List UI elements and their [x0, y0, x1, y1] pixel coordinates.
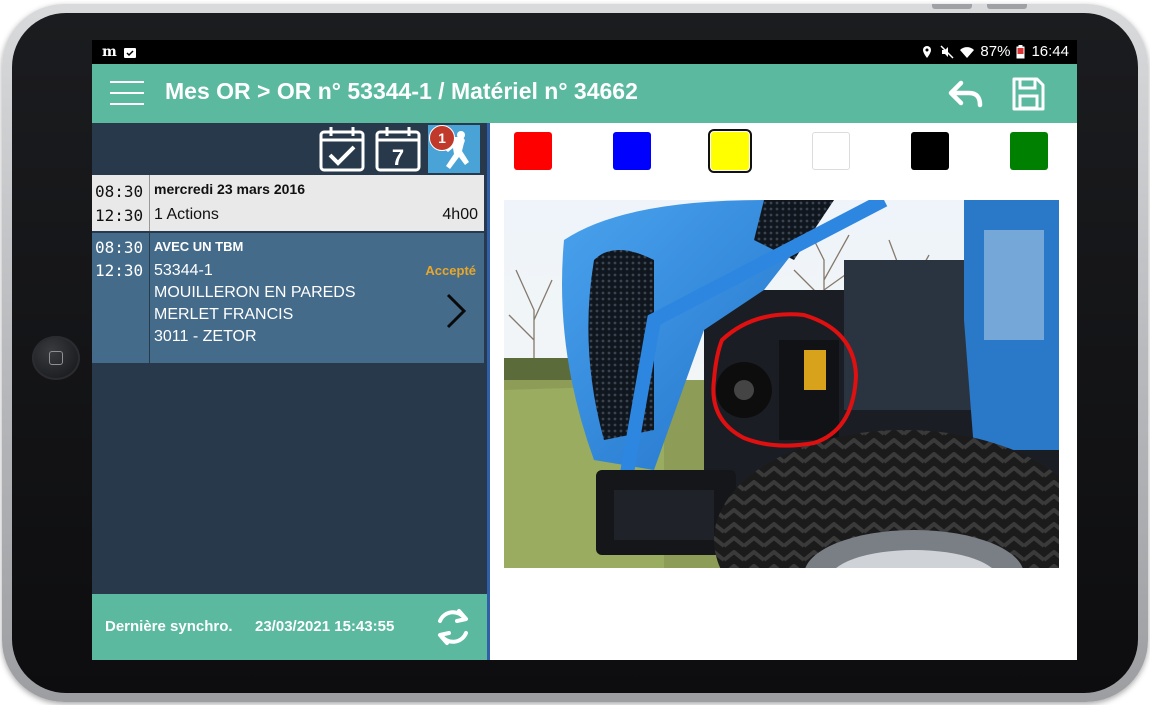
color-swatch-white[interactable] — [812, 132, 850, 170]
agenda-panel: 7 1 08:30 12:30 mercredi 23 mars 2016 1 … — [92, 123, 490, 660]
calendar-check-icon — [319, 127, 365, 172]
color-swatch-black[interactable] — [911, 132, 949, 170]
sync-bar: Dernière synchro. 23/03/2021 15:43:55 — [92, 594, 487, 660]
task-equipment: 3011 - ZETOR — [154, 328, 257, 345]
mute-icon — [940, 44, 954, 59]
task-location: MOUILLERON EN PAREDS — [154, 284, 356, 301]
day-duration: 4h00 — [442, 206, 478, 223]
day-start-time: 08:30 — [95, 182, 144, 201]
notification-badge: 1 — [429, 125, 455, 151]
back-arrow-icon[interactable] — [947, 77, 985, 111]
task-end-time: 12:30 — [95, 261, 144, 280]
task-status-badge: Accepté — [425, 263, 476, 278]
location-icon — [923, 45, 932, 58]
tab-calendar-check[interactable] — [318, 125, 366, 173]
task-client: MERLET FRANCIS — [154, 306, 294, 323]
day-date: mercredi 23 mars 2016 — [154, 181, 305, 197]
menu-button[interactable] — [110, 79, 144, 107]
color-swatch-yellow[interactable] — [708, 129, 752, 173]
battery-icon — [1016, 44, 1025, 58]
task-name: AVEC UN TBM — [154, 239, 244, 254]
page-title: Mes OR > OR n° 53344-1 / Matériel n° 346… — [165, 78, 638, 104]
calendar-7-icon: 7 — [375, 127, 421, 172]
home-button[interactable] — [32, 336, 80, 380]
color-swatch-green[interactable] — [1010, 132, 1048, 170]
save-floppy-icon[interactable] — [1010, 76, 1046, 112]
color-swatch-blue[interactable] — [613, 132, 651, 170]
power-key — [987, 4, 1027, 9]
chevron-right-icon — [446, 293, 467, 329]
battery-percent: 87% — [980, 43, 1011, 60]
hamburger-menu-icon — [110, 81, 144, 83]
day-actions-count: 1 Actions — [154, 206, 219, 223]
sync-datetime: 23/03/2021 15:43:55 — [255, 618, 395, 635]
sync-icon[interactable] — [432, 606, 474, 648]
clock: 16:44 — [1031, 43, 1069, 60]
day-end-time: 12:30 — [95, 206, 144, 225]
wifi-icon — [960, 46, 975, 58]
calendar-day-label: 7 — [392, 145, 404, 170]
tab-calendar-week[interactable]: 7 — [374, 125, 422, 173]
task-item[interactable]: 08:30 12:30 AVEC UN TBM Accepté 53344-1 … — [92, 233, 484, 363]
tractor-engine-photo[interactable] — [504, 200, 1059, 568]
sync-label: Dernière synchro. — [105, 618, 233, 635]
screen: m 87% 16:44 Mes OR > OR n° 53344-1 / Mat… — [92, 40, 1077, 660]
task-order-number: 53344-1 — [154, 262, 213, 279]
task-start-time: 08:30 — [95, 238, 144, 257]
volume-key — [932, 4, 972, 9]
newspaper-icon: m — [102, 44, 117, 60]
color-swatch-red[interactable] — [514, 132, 552, 170]
tab-bar: 7 1 — [92, 123, 487, 175]
status-bar: m 87% 16:44 — [92, 40, 1077, 64]
annotated-photo — [504, 200, 1059, 568]
notification-icon — [123, 48, 136, 58]
app-bar: Mes OR > OR n° 53344-1 / Matériel n° 346… — [92, 64, 1077, 123]
day-header-row[interactable]: 08:30 12:30 mercredi 23 mars 2016 1 Acti… — [92, 175, 484, 231]
